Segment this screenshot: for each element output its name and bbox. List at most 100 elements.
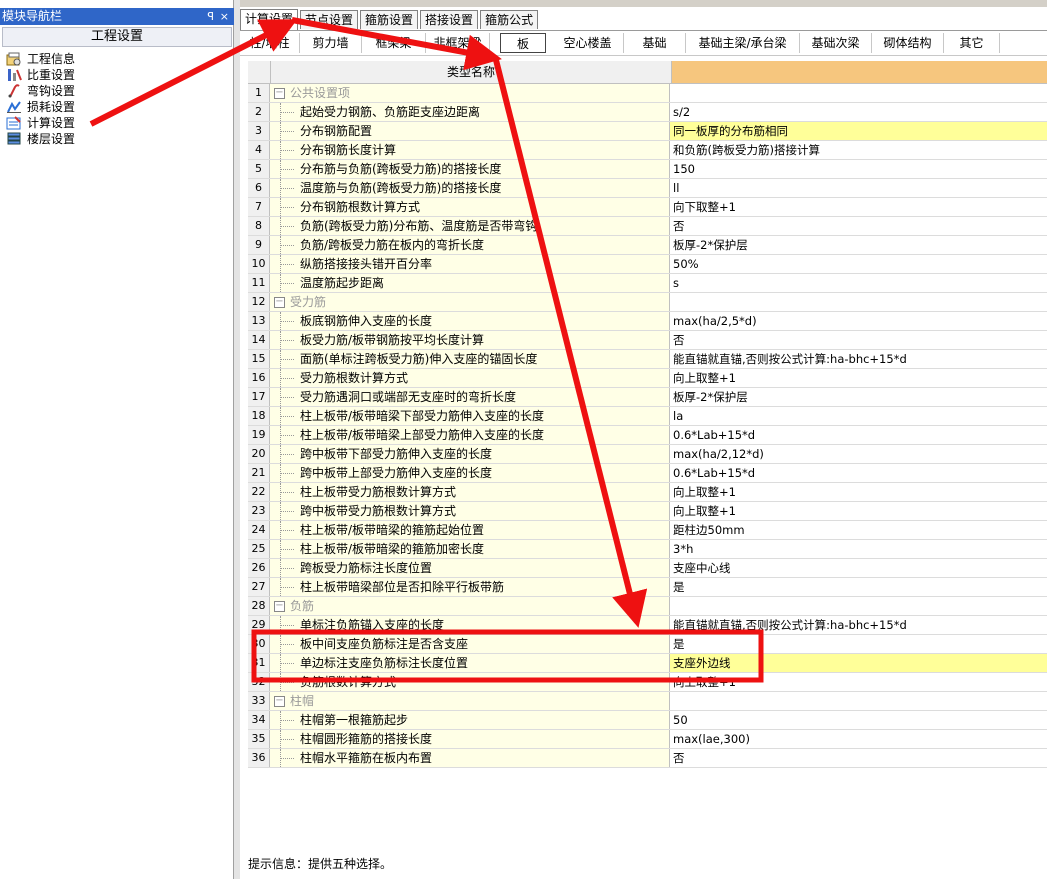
table-row[interactable]: 7 分布钢筋根数计算方式 向下取整+1	[248, 198, 1047, 217]
table-row[interactable]: 34 柱帽第一根箍筋起步 50	[248, 711, 1047, 730]
table-row[interactable]: 22 柱上板带受力筋根数计算方式 向上取整+1	[248, 483, 1047, 502]
row-value-cell[interactable]: 向上取整+1	[670, 673, 1047, 691]
table-row[interactable]: 31 单边标注支座负筋标注长度位置 支座外边线	[248, 654, 1047, 673]
row-value-cell[interactable]: 板厚-2*保护层	[670, 236, 1047, 254]
subtab-shear-wall[interactable]: 剪力墙	[300, 33, 362, 53]
table-row[interactable]: 2 起始受力钢筋、负筋距支座边距离 s/2	[248, 103, 1047, 122]
table-row[interactable]: 4 分布钢筋长度计算 和负筋(跨板受力筋)搭接计算	[248, 141, 1047, 160]
table-row[interactable]: 6 温度筋与负筋(跨板受力筋)的搭接长度 ll	[248, 179, 1047, 198]
table-row[interactable]: 3 分布钢筋配置 同一板厚的分布筋相同	[248, 122, 1047, 141]
row-value-cell[interactable]: 向上取整+1	[670, 369, 1047, 387]
table-row[interactable]: 5 分布筋与负筋(跨板受力筋)的搭接长度 150	[248, 160, 1047, 179]
table-row[interactable]: 15 面筋(单标注跨板受力筋)伸入支座的锚固长度 能直锚就直锚,否则按公式计算:ha…	[248, 350, 1047, 369]
nav-item-calc-settings[interactable]: 计算设置	[6, 115, 75, 131]
row-value-cell[interactable]: 支座中心线	[670, 559, 1047, 577]
tab-lap-settings[interactable]: 搭接设置	[420, 10, 479, 29]
row-value-cell[interactable]	[670, 293, 1047, 311]
table-row[interactable]: 25 柱上板带/板带暗梁的箍筋加密长度 3*h	[248, 540, 1047, 559]
grid-group-row[interactable]: 28− 负筋	[248, 597, 1047, 616]
table-row[interactable]: 13 板底钢筋伸入支座的长度 max(ha/2,5*d)	[248, 312, 1047, 331]
nav-item-hook[interactable]: 弯钩设置	[6, 83, 75, 99]
nav-item-floor[interactable]: 楼层设置	[6, 131, 75, 147]
table-row[interactable]: 23 跨中板带受力筋根数计算方式 向上取整+1	[248, 502, 1047, 521]
table-row[interactable]: 32 负筋根数计算方式 向上取整+1	[248, 673, 1047, 692]
subtab-frame-beam[interactable]: 框架梁	[362, 33, 426, 53]
table-row[interactable]: 16 受力筋根数计算方式 向上取整+1	[248, 369, 1047, 388]
table-row[interactable]: 14 板受力筋/板带钢筋按平均长度计算 否	[248, 331, 1047, 350]
table-row[interactable]: 29 单标注负筋锚入支座的长度 能直锚就直锚,否则按公式计算:ha-bhc+15*d	[248, 616, 1047, 635]
row-value-cell[interactable]: 向下取整+1	[670, 198, 1047, 216]
row-value-cell[interactable]: 向上取整+1	[670, 502, 1047, 520]
table-row[interactable]: 21 跨中板带上部受力筋伸入支座的长度 0.6*Lab+15*d	[248, 464, 1047, 483]
tab-stirrup-settings[interactable]: 箍筋设置	[360, 10, 419, 29]
row-value-cell[interactable]: 否	[670, 217, 1047, 235]
tab-node-settings[interactable]: 节点设置	[300, 10, 359, 29]
row-value-cell[interactable]	[670, 597, 1047, 615]
row-value-cell[interactable]: 是	[670, 578, 1047, 596]
table-row[interactable]: 24 柱上板带/板带暗梁的箍筋起始位置 距柱边50mm	[248, 521, 1047, 540]
subtab-masonry[interactable]: 砌体结构	[872, 33, 944, 53]
grid-group-row[interactable]: 33− 柱帽	[248, 692, 1047, 711]
nav-item-project-info[interactable]: 工程信息	[6, 51, 75, 67]
nav-item-weight[interactable]: 比重设置	[6, 67, 75, 83]
row-value-cell[interactable]: 否	[670, 749, 1047, 767]
row-value-cell[interactable]: 否	[670, 331, 1047, 349]
collapse-icon[interactable]: −	[274, 297, 285, 308]
subtab-foundation-secondary-beam[interactable]: 基础次梁	[800, 33, 872, 53]
row-value-cell[interactable]: ll	[670, 179, 1047, 197]
nav-section-header[interactable]: 工程设置	[2, 27, 232, 47]
subtab-other[interactable]: 其它	[944, 33, 1000, 53]
subtab-foundation[interactable]: 基础	[624, 33, 686, 53]
table-row[interactable]: 9 负筋/跨板受力筋在板内的弯折长度 板厚-2*保护层	[248, 236, 1047, 255]
column-header-type-name[interactable]: 类型名称	[271, 61, 672, 83]
table-row[interactable]: 26 跨板受力筋标注长度位置 支座中心线	[248, 559, 1047, 578]
table-row[interactable]: 35 柱帽圆形箍筋的搭接长度 max(lae,300)	[248, 730, 1047, 749]
table-row[interactable]: 30 板中间支座负筋标注是否含支座 是	[248, 635, 1047, 654]
row-value-cell[interactable]: 0.6*Lab+15*d	[670, 426, 1047, 444]
table-row[interactable]: 18 柱上板带/板带暗梁下部受力筋伸入支座的长度 la	[248, 407, 1047, 426]
collapse-icon[interactable]: −	[274, 601, 285, 612]
row-value-cell[interactable]: s	[670, 274, 1047, 292]
table-row[interactable]: 8 负筋(跨板受力筋)分布筋、温度筋是否带弯钩 否	[248, 217, 1047, 236]
close-icon[interactable]: ×	[220, 8, 229, 25]
tab-stirrup-formula[interactable]: 箍筋公式	[480, 10, 539, 29]
row-value-cell[interactable]: 3*h	[670, 540, 1047, 558]
subtab-slab[interactable]: 板	[500, 33, 546, 53]
row-value-cell[interactable]: max(ha/2,5*d)	[670, 312, 1047, 330]
row-value-cell[interactable]: 支座外边线	[670, 654, 1047, 672]
collapse-icon[interactable]: −	[274, 696, 285, 707]
table-row[interactable]: 19 柱上板带/板带暗梁上部受力筋伸入支座的长度 0.6*Lab+15*d	[248, 426, 1047, 445]
row-value-cell[interactable]: 能直锚就直锚,否则按公式计算:ha-bhc+15*d	[670, 616, 1047, 634]
table-row[interactable]: 27 柱上板带暗梁部位是否扣除平行板带筋 是	[248, 578, 1047, 597]
nav-item-loss[interactable]: 损耗设置	[6, 99, 75, 115]
row-value-cell[interactable]: 50	[670, 711, 1047, 729]
table-row[interactable]: 11 温度筋起步距离 s	[248, 274, 1047, 293]
subtab-column-wall-column[interactable]: 柱/墙柱	[240, 33, 300, 53]
row-value-cell[interactable]: 距柱边50mm	[670, 521, 1047, 539]
row-value-cell[interactable]: 是	[670, 635, 1047, 653]
row-value-cell[interactable]: 能直锚就直锚,否则按公式计算:ha-bhc+15*d	[670, 350, 1047, 368]
table-row[interactable]: 10 纵筋搭接接头错开百分率 50%	[248, 255, 1047, 274]
subtab-hollow-floor[interactable]: 空心楼盖	[552, 33, 624, 53]
column-header-value[interactable]	[672, 61, 1047, 83]
row-value-cell[interactable]: 50%	[670, 255, 1047, 273]
row-value-cell[interactable]: 向上取整+1	[670, 483, 1047, 501]
row-value-cell[interactable]: 板厚-2*保护层	[670, 388, 1047, 406]
collapse-icon[interactable]: −	[274, 88, 285, 99]
row-value-cell[interactable]: 和负筋(跨板受力筋)搭接计算	[670, 141, 1047, 159]
row-value-cell[interactable]	[670, 692, 1047, 710]
row-value-cell[interactable]: s/2	[670, 103, 1047, 121]
subtab-non-frame-beam[interactable]: 非框架梁	[426, 33, 490, 53]
row-value-cell[interactable]: max(ha/2,12*d)	[670, 445, 1047, 463]
grid-group-row[interactable]: 12− 受力筋	[248, 293, 1047, 312]
subtab-foundation-main-beam[interactable]: 基础主梁/承台梁	[686, 33, 800, 53]
table-row[interactable]: 36 柱帽水平箍筋在板内布置 否	[248, 749, 1047, 768]
row-value-cell[interactable]: la	[670, 407, 1047, 425]
row-value-cell[interactable]: 0.6*Lab+15*d	[670, 464, 1047, 482]
row-value-cell[interactable]: max(lae,300)	[670, 730, 1047, 748]
row-value-cell[interactable]: 150	[670, 160, 1047, 178]
table-row[interactable]: 20 跨中板带下部受力筋伸入支座的长度 max(ha/2,12*d)	[248, 445, 1047, 464]
pin-icon[interactable]: ꟼ	[207, 8, 214, 25]
row-value-cell[interactable]	[670, 84, 1047, 102]
tab-calc-settings[interactable]: 计算设置	[240, 9, 299, 30]
